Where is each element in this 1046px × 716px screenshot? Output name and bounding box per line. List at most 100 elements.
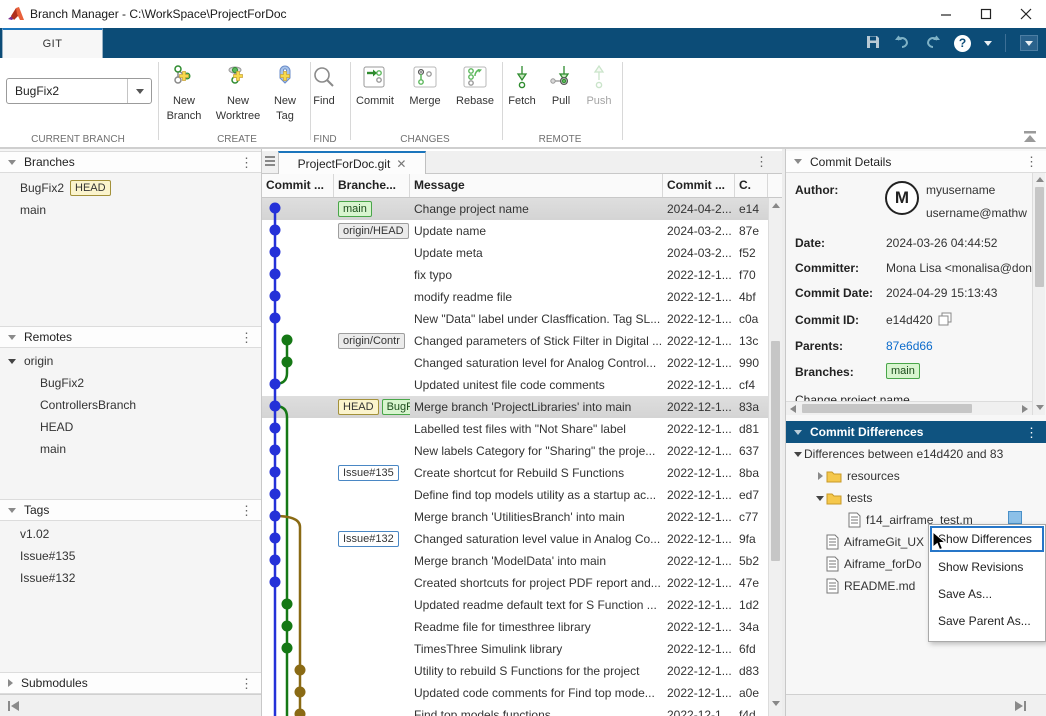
- copy-icon[interactable]: [938, 312, 953, 327]
- details-vertical-scrollbar[interactable]: [1032, 173, 1045, 415]
- scroll-thumb[interactable]: [771, 341, 780, 561]
- scroll-up-icon[interactable]: [772, 203, 780, 208]
- scroll-down-icon[interactable]: [1036, 405, 1044, 410]
- commit-differences-menu-icon[interactable]: ⋮: [1025, 426, 1038, 439]
- save-icon[interactable]: [865, 34, 881, 53]
- chevron-down-icon[interactable]: [127, 79, 151, 103]
- remotes-menu-icon[interactable]: ⋮: [240, 331, 253, 344]
- table-row[interactable]: Update meta2024-03-2...f52: [262, 242, 768, 264]
- table-row[interactable]: TimesThree Simulink library2022-12-1...6…: [262, 638, 768, 660]
- table-row[interactable]: modify readme file2022-12-1...4bf: [262, 286, 768, 308]
- sidebar-item-tag[interactable]: Issue#132: [20, 567, 250, 589]
- push-button[interactable]: Push: [578, 62, 620, 109]
- table-row[interactable]: HEADBugFMerge branch 'ProjectLibraries' …: [262, 396, 768, 418]
- merge-button[interactable]: Merge: [402, 62, 448, 109]
- collapse-toolstrip-icon[interactable]: [1022, 131, 1038, 143]
- remotes-section-header[interactable]: Remotes ⋮: [0, 326, 261, 348]
- menu-item-save-as[interactable]: Save As...: [929, 580, 1045, 607]
- tab-projectfordoc-git[interactable]: ProjectForDoc.git ✕: [278, 151, 426, 174]
- table-row[interactable]: Updated readme default text for S Functi…: [262, 594, 768, 616]
- scroll-right-end-icon[interactable]: [1014, 700, 1026, 712]
- collapse-arrow-icon[interactable]: [8, 359, 16, 364]
- new-branch-button[interactable]: New Branch: [156, 62, 212, 124]
- scroll-thumb[interactable]: [1035, 187, 1044, 287]
- table-row[interactable]: Labelled test files with "Not Share" lab…: [262, 418, 768, 440]
- table-vertical-scrollbar[interactable]: [768, 198, 782, 716]
- commit-differences-header[interactable]: Commit Differences ⋮: [786, 421, 1046, 443]
- details-horizontal-scrollbar[interactable]: [786, 401, 1032, 415]
- table-row[interactable]: Utility to rebuild S Functions for the p…: [262, 660, 768, 682]
- sidebar-item-tag[interactable]: v1.02: [20, 523, 250, 545]
- sidebar-item-remote-branch[interactable]: BugFix2: [40, 372, 250, 394]
- new-worktree-button[interactable]: New Worktree: [210, 62, 266, 124]
- collapse-arrow-icon[interactable]: [8, 160, 16, 165]
- sidebar-item-remote-branch[interactable]: ControllersBranch: [40, 394, 250, 416]
- table-row[interactable]: Define find top models utility as a star…: [262, 484, 768, 506]
- table-row[interactable]: Readme file for timesthree library2022-1…: [262, 616, 768, 638]
- minimize-button[interactable]: [926, 0, 966, 28]
- collapse-arrow-icon[interactable]: [8, 508, 16, 513]
- branches-section-header[interactable]: Branches ⋮: [0, 151, 261, 173]
- table-menu-icon[interactable]: ⋮: [755, 155, 768, 168]
- scroll-right-icon[interactable]: [1021, 405, 1029, 413]
- scroll-up-icon[interactable]: [1036, 177, 1044, 182]
- table-row[interactable]: Merge branch 'ModelData' into main2022-1…: [262, 550, 768, 572]
- collapse-arrow-icon[interactable]: [814, 496, 826, 501]
- maximize-button[interactable]: [966, 0, 1006, 28]
- table-row[interactable]: Updated unitest file code comments2022-1…: [262, 374, 768, 396]
- help-caret-icon[interactable]: [984, 41, 992, 46]
- expand-arrow-icon[interactable]: [814, 472, 826, 480]
- scroll-left-icon[interactable]: [789, 405, 797, 413]
- expand-arrow-icon[interactable]: [8, 679, 13, 687]
- table-row[interactable]: New "Data" label under Clasffication. Ta…: [262, 308, 768, 330]
- menu-item-save-parent-as[interactable]: Save Parent As...: [929, 607, 1045, 634]
- sidebar-item-remote[interactable]: origin: [8, 350, 252, 372]
- find-button[interactable]: Find: [300, 62, 348, 109]
- table-row[interactable]: mainChange project name2024-04-2...e14: [262, 198, 768, 220]
- tags-section-header[interactable]: Tags ⋮: [0, 499, 261, 521]
- scroll-thumb[interactable]: [802, 404, 972, 413]
- sidebar-item-branch[interactable]: main: [20, 199, 250, 221]
- sidebar-item-remote-branch[interactable]: main: [40, 438, 250, 460]
- help-icon[interactable]: ?: [954, 35, 971, 52]
- tab-git[interactable]: GIT: [2, 28, 103, 58]
- collapse-arrow-icon[interactable]: [8, 335, 16, 340]
- fetch-button[interactable]: Fetch: [500, 62, 544, 109]
- current-branch-dropdown[interactable]: BugFix2: [6, 78, 152, 104]
- sidebar-item-tag[interactable]: Issue#135: [20, 545, 250, 567]
- tags-menu-icon[interactable]: ⋮: [240, 504, 253, 517]
- commit-details-header[interactable]: Commit Details ⋮: [786, 151, 1046, 173]
- table-row[interactable]: Issue#132Changed saturation level value …: [262, 528, 768, 550]
- quick-access-menu-icon[interactable]: [1020, 35, 1038, 51]
- commit-button[interactable]: Commit: [350, 62, 400, 109]
- table-row[interactable]: origin/ContrChanged parameters of Stick …: [262, 330, 768, 352]
- column-header[interactable]: Commit ...: [663, 174, 735, 197]
- submodules-menu-icon[interactable]: ⋮: [240, 677, 253, 690]
- pull-button[interactable]: Pull: [541, 62, 581, 109]
- tree-item[interactable]: tests: [786, 487, 1046, 509]
- column-header[interactable]: C.: [735, 174, 768, 197]
- rebase-button[interactable]: Rebase: [450, 62, 500, 109]
- table-row[interactable]: Created shortcuts for project PDF report…: [262, 572, 768, 594]
- tree-item[interactable]: Differences between e14d420 and 83: [786, 443, 1046, 465]
- sidebar-item-remote-branch[interactable]: HEAD: [40, 416, 250, 438]
- collapse-arrow-icon[interactable]: [794, 159, 802, 164]
- column-header[interactable]: Branche...: [334, 174, 410, 197]
- collapse-arrow-icon[interactable]: [792, 452, 804, 457]
- close-button[interactable]: [1006, 0, 1046, 28]
- parent-commit-link[interactable]: 87e6d66: [886, 339, 933, 353]
- collapse-arrow-icon[interactable]: [794, 430, 802, 435]
- column-header[interactable]: Commit ...: [262, 174, 334, 197]
- table-row[interactable]: Changed saturation level for Analog Cont…: [262, 352, 768, 374]
- table-row[interactable]: origin/HEADUpdate name2024-03-2...87e: [262, 220, 768, 242]
- scroll-left-end-icon[interactable]: [8, 700, 20, 712]
- menu-item-show-revisions[interactable]: Show Revisions: [929, 553, 1045, 580]
- sidebar-item-branch[interactable]: BugFix2HEAD: [20, 177, 250, 199]
- menu-item-show-differences[interactable]: Show Differences: [930, 526, 1044, 552]
- table-row[interactable]: New labels Category for "Sharing" the pr…: [262, 440, 768, 462]
- table-row[interactable]: Find top models functions2022-12-1...f4d: [262, 704, 768, 716]
- submodules-section-header[interactable]: Submodules ⋮: [0, 672, 261, 694]
- table-row[interactable]: Merge branch 'UtilitiesBranch' into main…: [262, 506, 768, 528]
- sidebar-bottom-scrollbar[interactable]: [0, 694, 261, 716]
- differences-bottom-scrollbar[interactable]: [786, 694, 1046, 716]
